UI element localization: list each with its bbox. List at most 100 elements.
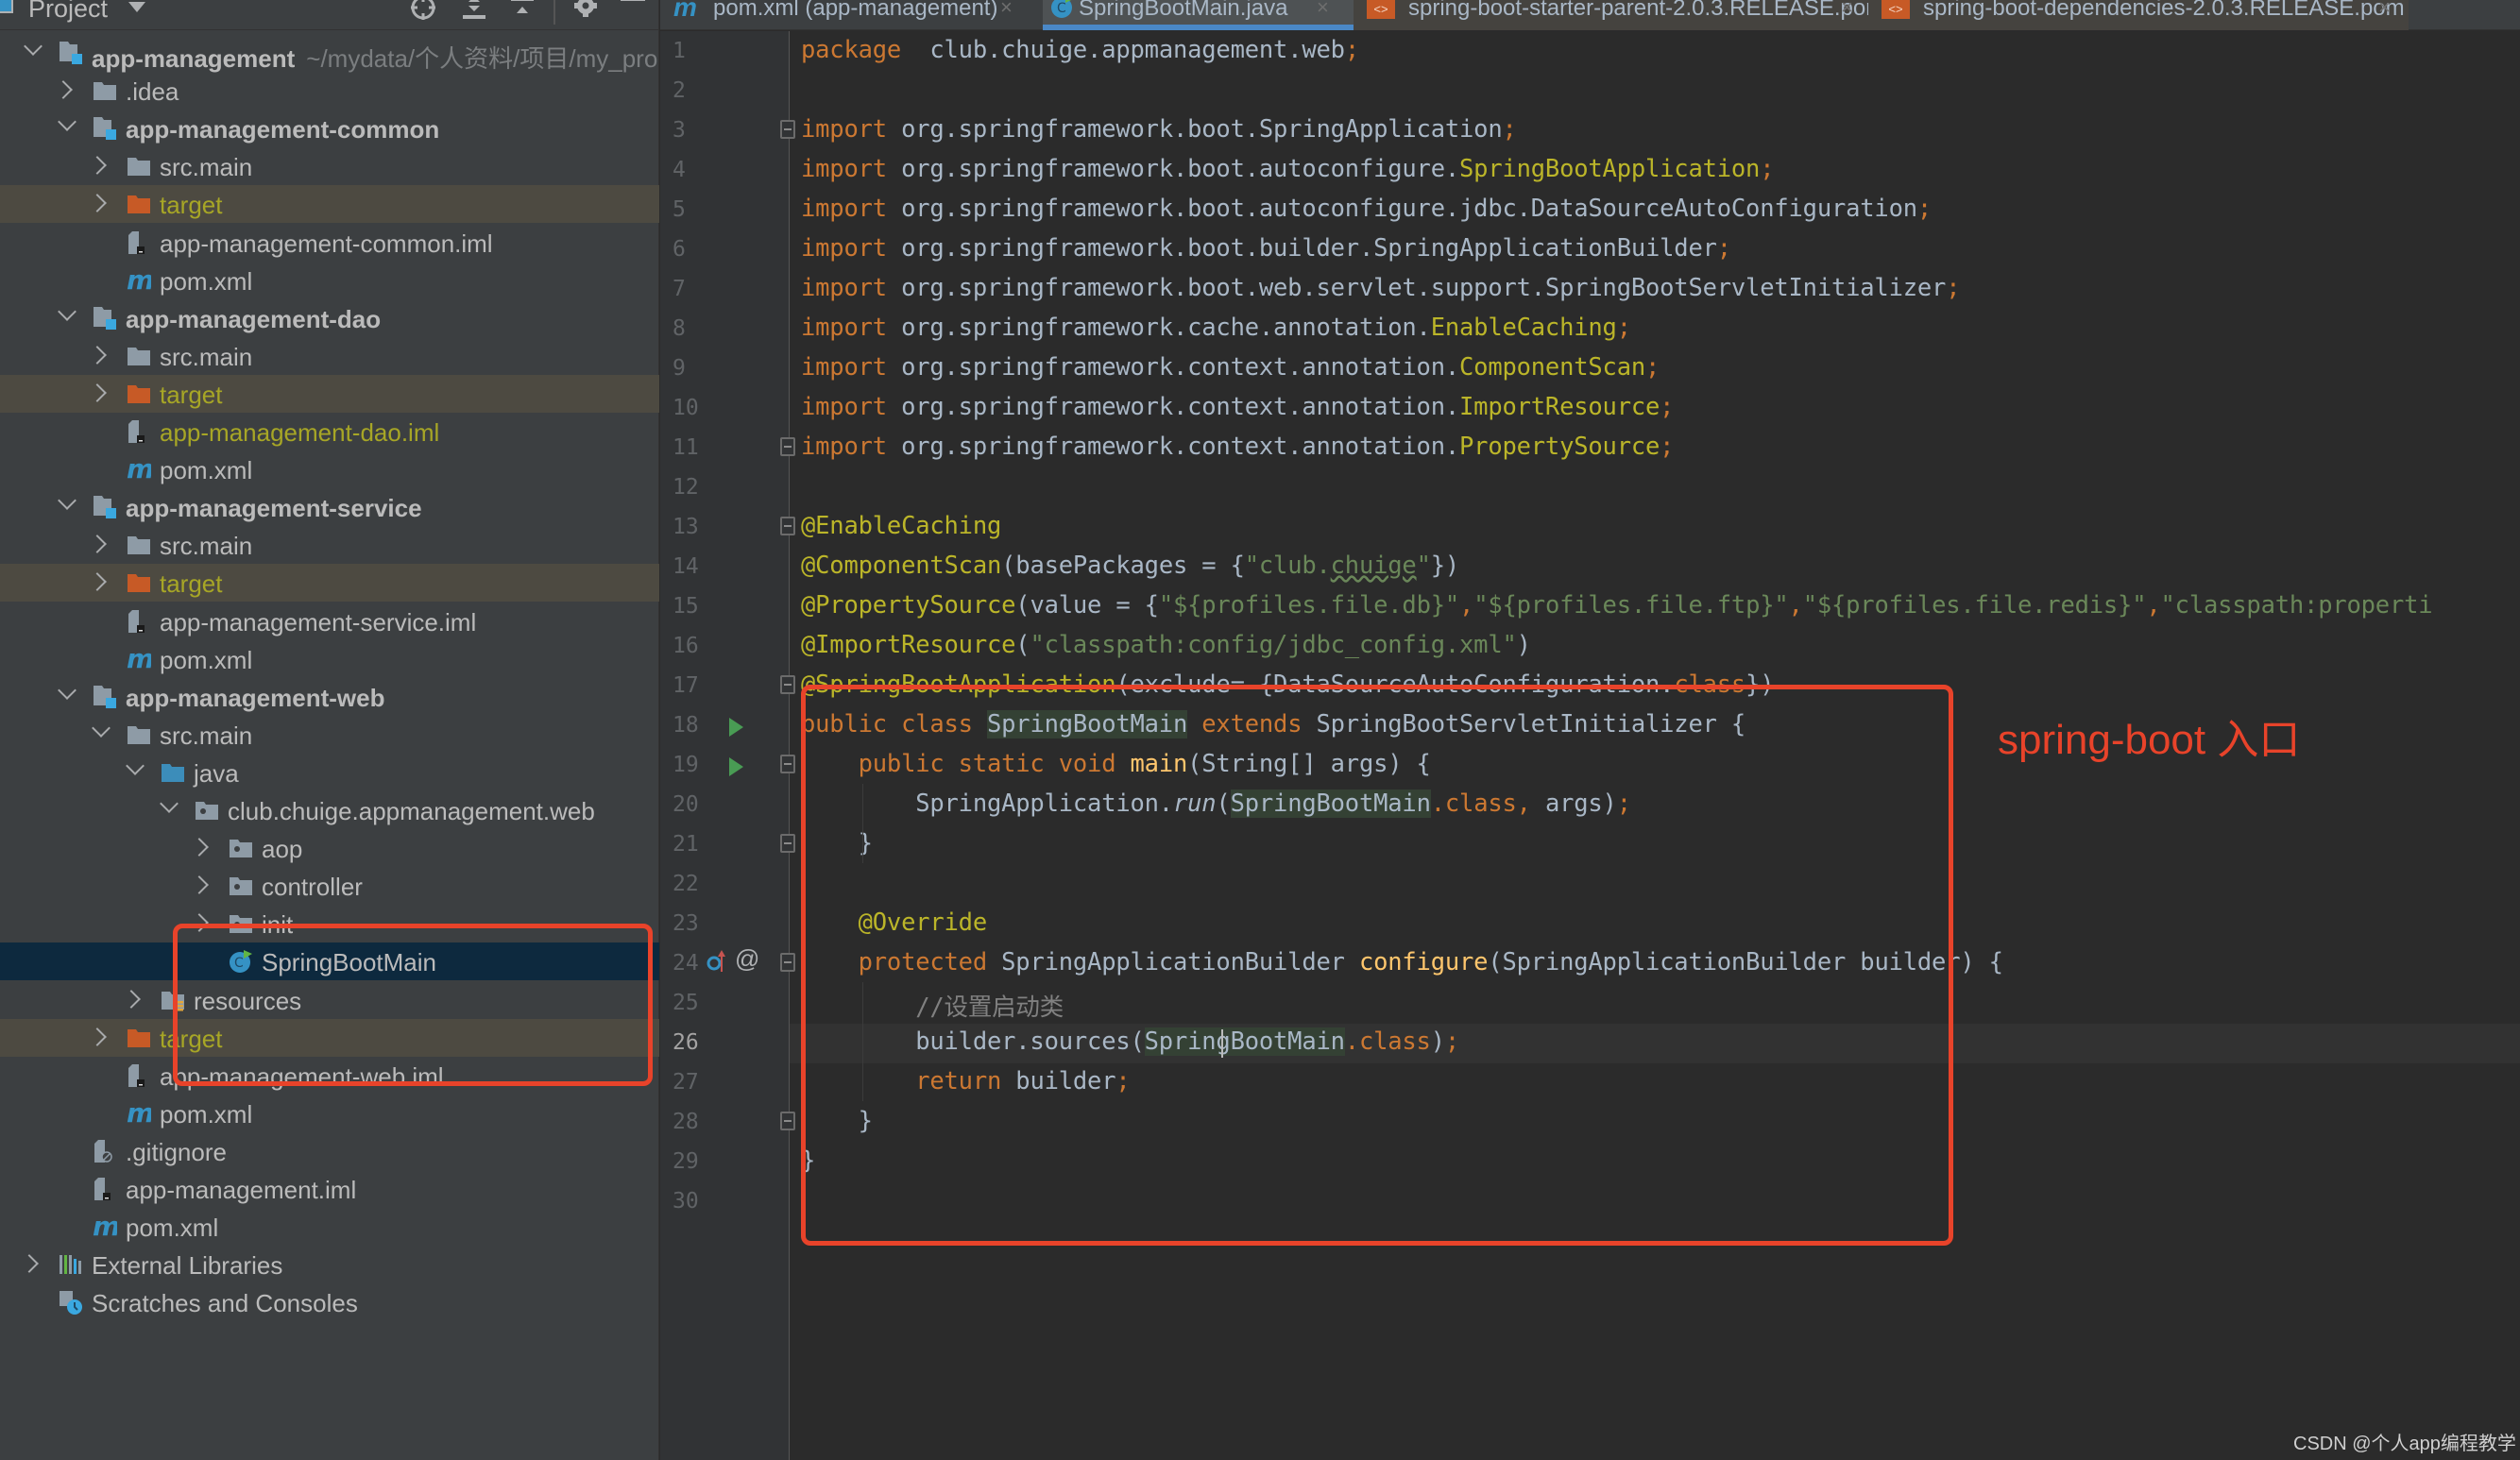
- watermark: CSDN @个人app编程教学: [2293, 1434, 2516, 1454]
- tree-item[interactable]: club.chuige.appmanagement.web: [0, 791, 659, 829]
- code-line[interactable]: @ImportResource("classpath:config/jdbc_c…: [801, 631, 1531, 659]
- chevron-down-icon[interactable]: [58, 301, 77, 321]
- chevron-right-icon[interactable]: [88, 194, 107, 213]
- scratches-icon: [59, 1290, 83, 1316]
- code-line[interactable]: import org.springframework.context.annot…: [801, 393, 1675, 421]
- tree-item[interactable]: app-management.iml: [0, 1170, 659, 1208]
- tree-item[interactable]: src.main: [0, 526, 659, 564]
- tree-item[interactable]: .idea: [0, 72, 659, 110]
- code-line[interactable]: @PropertySource(value = {"${profiles.fil…: [801, 591, 2433, 620]
- tree-item[interactable]: target: [0, 185, 659, 224]
- folder-icon: [127, 722, 151, 747]
- fold-icon[interactable]: [780, 675, 795, 694]
- tree-item[interactable]: .gitignore: [0, 1132, 659, 1170]
- excluded-folder-icon: [127, 382, 151, 406]
- close-icon[interactable]: ×: [2378, 0, 2391, 20]
- code-line[interactable]: import org.springframework.boot.autoconf…: [801, 155, 1775, 183]
- tree-item[interactable]: m pom.xml: [0, 640, 659, 678]
- tree-item[interactable]: src.main: [0, 716, 659, 754]
- tree-item[interactable]: app-management-common.iml: [0, 224, 659, 262]
- fold-icon[interactable]: [780, 755, 795, 773]
- tree-item[interactable]: m pom.xml: [0, 450, 659, 488]
- code-token: ;: [1916, 195, 1933, 223]
- run-main-icon[interactable]: [729, 757, 743, 776]
- chevron-right-icon[interactable]: [190, 838, 209, 857]
- tree-item[interactable]: m pom.xml: [0, 1095, 659, 1132]
- close-icon[interactable]: ×: [1841, 0, 1853, 20]
- fold-icon[interactable]: [780, 120, 795, 139]
- tree-item[interactable]: External Libraries: [0, 1246, 659, 1283]
- settings-icon[interactable]: [571, 0, 600, 23]
- chevron-down-icon[interactable]: [128, 2, 145, 12]
- tree-item[interactable]: app-management-web: [0, 678, 659, 716]
- code-line[interactable]: import org.springframework.context.annot…: [801, 433, 1675, 461]
- fold-icon[interactable]: [780, 437, 795, 456]
- code-line[interactable]: import org.springframework.boot.autoconf…: [801, 195, 1932, 223]
- run-class-icon[interactable]: [729, 718, 743, 737]
- chevron-down-icon[interactable]: [58, 491, 77, 511]
- code-line[interactable]: import org.springframework.cache.annotat…: [801, 314, 1631, 342]
- chevron-right-icon[interactable]: [88, 345, 107, 365]
- chevron-down-icon[interactable]: [92, 718, 111, 738]
- code-line[interactable]: import org.springframework.boot.SpringAp…: [801, 115, 1517, 144]
- collapse-all-icon[interactable]: [508, 0, 536, 23]
- chevron-down-icon[interactable]: [58, 112, 77, 132]
- tree-item[interactable]: m pom.xml: [0, 262, 659, 299]
- tree-item[interactable]: aop: [0, 829, 659, 867]
- chevron-right-icon[interactable]: [88, 1027, 107, 1046]
- tree-item[interactable]: src.main: [0, 337, 659, 375]
- tree-item[interactable]: src.main: [0, 147, 659, 185]
- chevron-right-icon[interactable]: [190, 875, 209, 895]
- code-token: org.springframework.boot.web.servlet.sup…: [886, 274, 1947, 302]
- chevron-right-icon[interactable]: [20, 1254, 39, 1274]
- tree-item[interactable]: target: [0, 374, 659, 413]
- overrides-method-icon[interactable]: [707, 949, 727, 974]
- tree-item[interactable]: target: [0, 564, 659, 603]
- tree-item[interactable]: app-management-dao.iml: [0, 413, 659, 450]
- line-number: 13: [673, 515, 699, 539]
- chevron-down-icon[interactable]: [58, 680, 77, 700]
- code-line[interactable]: import org.springframework.context.annot…: [801, 353, 1660, 382]
- code-line[interactable]: @ComponentScan(basePackages = {"club.chu…: [801, 552, 1459, 580]
- annotation-marker-icon[interactable]: @: [735, 944, 759, 974]
- tree-item[interactable]: m pom.xml: [0, 1208, 659, 1246]
- close-icon[interactable]: ×: [1317, 0, 1329, 20]
- fold-icon[interactable]: [780, 1112, 795, 1130]
- chevron-right-icon[interactable]: [88, 572, 107, 592]
- tree-item[interactable]: app-management-service: [0, 488, 659, 526]
- fold-icon[interactable]: [780, 953, 795, 972]
- code-token: "${profiles.file.redis}": [1802, 591, 2147, 620]
- tree-item[interactable]: controller: [0, 867, 659, 905]
- expand-all-icon[interactable]: [460, 0, 488, 23]
- maven-icon: m: [127, 1097, 154, 1129]
- code-line[interactable]: import org.springframework.boot.builder.…: [801, 234, 1731, 263]
- tree-item[interactable]: Scratches and Consoles: [0, 1283, 659, 1321]
- code-line[interactable]: @EnableCaching: [801, 512, 1001, 540]
- code-line[interactable]: import org.springframework.boot.web.serv…: [801, 274, 1961, 302]
- minimize-icon[interactable]: [619, 0, 647, 23]
- project-view-selector[interactable]: Project: [28, 0, 108, 24]
- locate-icon[interactable]: [409, 0, 437, 23]
- tab-pom-app-management[interactable]: m pom.xml (app-management) ×: [660, 0, 1033, 30]
- tree-item[interactable]: app-management ~/mydata/个人资料/项目/my_pro: [0, 34, 659, 73]
- tab-dependencies-pom[interactable]: <> spring-boot-dependencies-2.0.3.RELEAS…: [1868, 0, 2409, 30]
- fold-icon[interactable]: [780, 834, 795, 853]
- tree-item[interactable]: app-management-service.iml: [0, 603, 659, 640]
- chevron-right-icon[interactable]: [88, 156, 107, 176]
- chevron-down-icon[interactable]: [24, 37, 43, 56]
- tab-springbootmain[interactable]: C SpringBootMain.java ×: [1043, 0, 1354, 30]
- close-icon[interactable]: ×: [1000, 0, 1013, 20]
- tree-item[interactable]: java: [0, 754, 659, 791]
- chevron-down-icon[interactable]: [126, 755, 145, 775]
- tree-item[interactable]: app-management-dao: [0, 299, 659, 337]
- tab-starter-parent-pom[interactable]: <> spring-boot-starter-parent-2.0.3.RELE…: [1354, 0, 1884, 30]
- code-line[interactable]: package club.chuige.appmanagement.web;: [801, 36, 1359, 64]
- chevron-right-icon[interactable]: [88, 382, 107, 402]
- fold-icon[interactable]: [780, 517, 795, 535]
- tree-item[interactable]: app-management-common: [0, 110, 659, 147]
- line-number: 9: [673, 356, 686, 381]
- chevron-right-icon[interactable]: [122, 989, 141, 1009]
- chevron-down-icon[interactable]: [160, 794, 179, 813]
- chevron-right-icon[interactable]: [88, 535, 107, 554]
- chevron-right-icon[interactable]: [54, 80, 73, 99]
